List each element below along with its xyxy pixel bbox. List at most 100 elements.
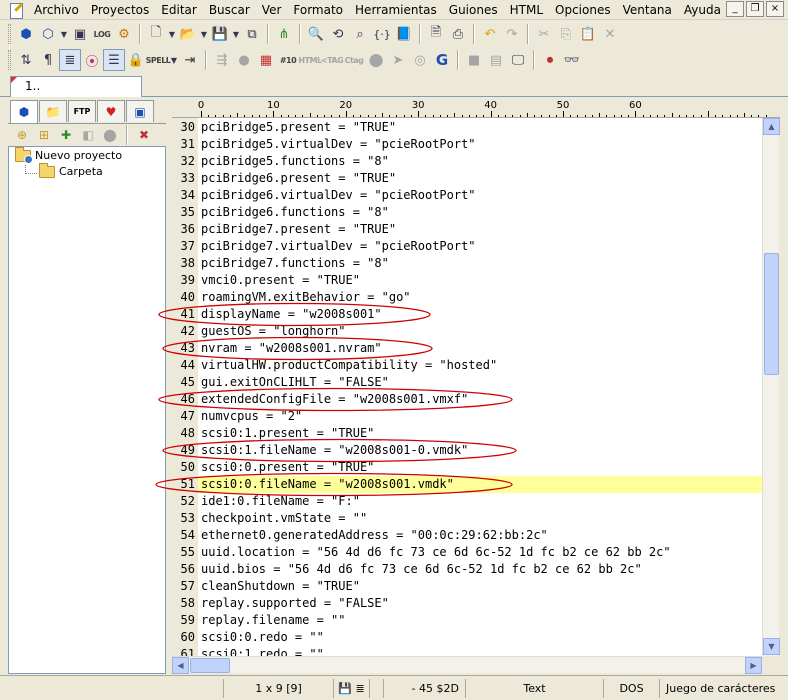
tab-folders[interactable]: 📁	[39, 100, 67, 122]
code-line[interactable]: 56 uuid.bios = "56 4d d6 fc 73 ce 6d 6c-5…	[172, 561, 762, 578]
scroll-up-button[interactable]: ▲	[763, 118, 780, 135]
code-line[interactable]: 42 guestOS = "longhorn"	[172, 323, 762, 340]
menu-ayuda[interactable]: Ayuda	[678, 0, 727, 20]
save-all-icon[interactable]: ⧉	[241, 23, 263, 45]
tab-favorites[interactable]: ♥	[97, 100, 125, 122]
code-line[interactable]: 33 pciBridge6.present = "TRUE"	[172, 170, 762, 187]
code-line[interactable]: 61 scsi0:1.redo = ""	[172, 646, 762, 656]
new-folder-icon[interactable]: ⊞	[34, 125, 54, 145]
tab-windows[interactable]: ▣	[126, 100, 154, 122]
code-line[interactable]: 41 displayName = "w2008s001"	[172, 306, 762, 323]
ctag-button[interactable]: Ctag	[343, 49, 365, 71]
code-line[interactable]: 46 extendedConfigFile = "w2008s001.vmxf"	[172, 391, 762, 408]
monitor-icon[interactable]: 🖵	[507, 49, 529, 71]
sort-icon[interactable]: ⇅	[15, 49, 37, 71]
code-line[interactable]: 35 pciBridge6.functions = "8"	[172, 204, 762, 221]
tab-w2008s001-vmx[interactable]: 1.. w2008s001.vmx	[10, 76, 142, 112]
tree-icon[interactable]: ⋔	[273, 23, 295, 45]
menu-guiones[interactable]: Guiones	[443, 0, 504, 20]
book-icon[interactable]: 📘	[393, 23, 415, 45]
chevron-down-icon[interactable]: ▼	[167, 23, 177, 45]
record-macro-icon[interactable]: ⏺	[539, 49, 561, 71]
menu-html[interactable]: HTML	[504, 0, 549, 20]
delete-icon[interactable]: ✕	[599, 23, 621, 45]
menu-proyectos[interactable]: Proyectos	[85, 0, 155, 20]
code-line[interactable]: 48 scsi0:1.present = "TRUE"	[172, 425, 762, 442]
sphere-icon[interactable]: ⬤	[365, 49, 387, 71]
code-line[interactable]: 43 nvram = "w2008s001.nvram"	[172, 340, 762, 357]
new-file-icon[interactable]: 🗋	[145, 23, 167, 45]
panel-icon[interactable]: ▤	[485, 49, 507, 71]
cube-icon[interactable]: ⬢	[15, 23, 37, 45]
column-icon[interactable]: ⦿	[81, 49, 103, 71]
paste-icon[interactable]: 📋	[577, 23, 599, 45]
code-line[interactable]: 49 scsi0:1.fileName = "w2008s001-0.vmdk"	[172, 442, 762, 459]
code-line[interactable]: 59 replay.filename = ""	[172, 612, 762, 629]
google-button[interactable]: G	[431, 49, 453, 71]
new-project-icon[interactable]: ⊕	[12, 125, 32, 145]
line-numbers-icon[interactable]: ☰	[103, 49, 125, 71]
horizontal-scrollbar[interactable]: ◀ ▶	[172, 656, 762, 674]
number-button[interactable]: #10	[277, 49, 299, 71]
toolbar-grip[interactable]	[8, 24, 11, 44]
gear-icon[interactable]: ⚙	[113, 23, 135, 45]
pilcrow-icon[interactable]: ¶	[37, 49, 59, 71]
toolbar-grip[interactable]	[8, 50, 11, 70]
restore-button[interactable]: ❐	[746, 1, 764, 17]
print-icon[interactable]: ⎙	[447, 23, 469, 45]
send-icon[interactable]: ➤	[387, 49, 409, 71]
tab-project[interactable]: ⬢	[10, 100, 38, 123]
indent-icon[interactable]: ⇶	[211, 49, 233, 71]
menu-editar[interactable]: Editar	[155, 0, 203, 20]
spell-check-button[interactable]: SPELL	[146, 49, 171, 71]
code-line[interactable]: 38 pciBridge7.functions = "8"	[172, 255, 762, 272]
code-line[interactable]: 60 scsi0:0.redo = ""	[172, 629, 762, 646]
chevron-down-icon[interactable]: ▼	[169, 49, 179, 71]
scroll-left-button[interactable]: ◀	[172, 657, 189, 674]
menu-formato[interactable]: Formato	[287, 0, 349, 20]
add-item-icon[interactable]: ◧	[78, 125, 98, 145]
code-line[interactable]: 30 pciBridge5.present = "TRUE"	[172, 119, 762, 136]
scroll-right-button[interactable]: ▶	[745, 657, 762, 674]
line-ending[interactable]: DOS	[604, 678, 660, 698]
horizontal-scroll-thumb[interactable]	[190, 658, 230, 673]
chevron-down-icon[interactable]: ▼	[59, 23, 69, 45]
cut-icon[interactable]: ✂	[533, 23, 555, 45]
globe-icon[interactable]: ◎	[409, 49, 431, 71]
code-line[interactable]: 44 virtualHW.productCompatibility = "host…	[172, 357, 762, 374]
code-line[interactable]: 57 cleanShutdown = "TRUE"	[172, 578, 762, 595]
add-file-icon[interactable]: ✚	[56, 125, 76, 145]
bookmark-icon[interactable]: ⇥	[179, 49, 201, 71]
tree-item-project[interactable]: Nuevo proyecto	[15, 146, 122, 164]
menu-buscar[interactable]: Buscar	[203, 0, 256, 20]
code-line[interactable]: 37 pciBridge7.virtualDev = "pcieRootPort"	[172, 238, 762, 255]
vertical-scrollbar[interactable]: ▲ ▼	[762, 118, 780, 656]
open-folder-icon[interactable]: 📂	[177, 23, 199, 45]
tools-icon[interactable]: ✖	[134, 125, 154, 145]
find-in-files-icon[interactable]: ⌕	[349, 23, 371, 45]
code-line[interactable]: 53 checkpoint.vmState = ""	[172, 510, 762, 527]
search-icon[interactable]: 🔍	[305, 23, 327, 45]
code-line[interactable]: 47 numvcpus = "2"	[172, 408, 762, 425]
log-button[interactable]: LOG	[91, 23, 113, 45]
window-icon[interactable]: ▣	[69, 23, 91, 45]
save-icon[interactable]: 💾	[209, 23, 231, 45]
lock-icon[interactable]: 🔒	[125, 49, 147, 71]
code-line[interactable]: 40 roamingVM.exitBehavior = "go"	[172, 289, 762, 306]
edit-mode[interactable]: Text	[466, 678, 604, 698]
print-preview-icon[interactable]: 🗎	[425, 23, 447, 45]
chevron-down-icon[interactable]: ▼	[199, 23, 209, 45]
code-line[interactable]: 36 pciBridge7.present = "TRUE"	[172, 221, 762, 238]
chevron-down-icon[interactable]: ▼	[231, 23, 241, 45]
code-line[interactable]: 50 scsi0:0.present = "TRUE"	[172, 459, 762, 476]
code-line[interactable]: 51 scsi0:0.fileName = "w2008s001.vmdk"	[172, 476, 762, 493]
code-line[interactable]: 52 ide1:0.fileName = "F:"	[172, 493, 762, 510]
code-editor[interactable]: 30 pciBridge5.present = "TRUE" 31 pciBridge…	[172, 118, 762, 656]
code-line[interactable]: 34 pciBridge6.virtualDev = "pcieRootPort"	[172, 187, 762, 204]
undo-icon[interactable]: ↶	[479, 23, 501, 45]
code-line[interactable]: 31 pciBridge5.virtualDev = "pcieRootPort"	[172, 136, 762, 153]
open-cube-icon[interactable]: ⬡	[37, 23, 59, 45]
code-line[interactable]: 55 uuid.location = "56 4d d6 fc 73 ce 6d …	[172, 544, 762, 561]
tab-ftp[interactable]: FTP	[68, 100, 96, 122]
word-wrap-icon[interactable]: ≣	[59, 49, 81, 71]
